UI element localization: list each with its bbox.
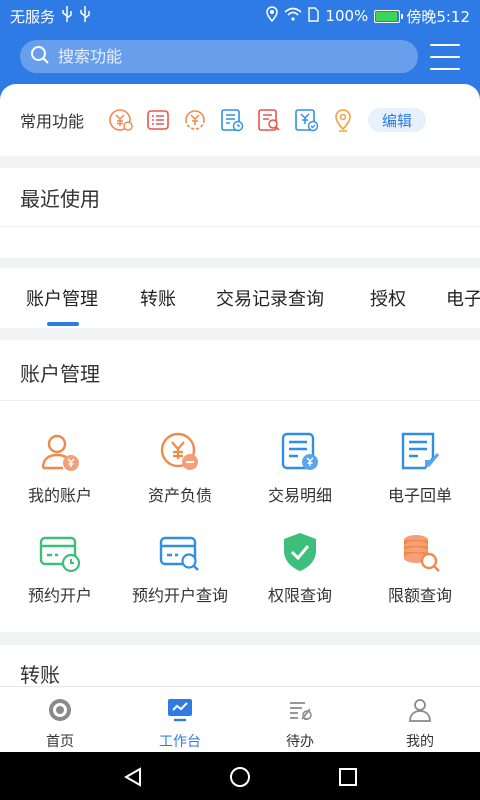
recent-section: 最近使用 [0, 168, 480, 258]
location-icon [266, 6, 279, 26]
search-icon [30, 45, 50, 69]
coins-search-icon [398, 530, 442, 574]
grid-item-label: 交易明细 [267, 486, 332, 505]
battery-percent: 100% [325, 7, 369, 25]
shield-check-icon [278, 530, 322, 574]
nav-mine[interactable]: 我的 [360, 687, 480, 752]
grid-item-limit-query[interactable]: 限额查询 [360, 530, 480, 626]
recent-title: 最近使用 [20, 187, 100, 211]
sim-icon [308, 6, 320, 26]
system-nav-bar [0, 752, 480, 800]
grid-item-label: 限额查询 [387, 586, 452, 605]
wifi-icon [284, 7, 302, 25]
grid-item-e-receipt[interactable]: 电子回单 [360, 430, 480, 526]
grid-item-label: 电子回单 [387, 486, 452, 505]
tab-transaction-query[interactable]: 交易记录查询 [216, 285, 324, 311]
nav-todo[interactable]: 待办 [240, 687, 360, 752]
nav-workbench[interactable]: 工作台 [120, 687, 240, 752]
card-clock-icon [38, 530, 82, 574]
grid-item-appointment-query[interactable]: 预约开户查询 [120, 530, 240, 626]
quick-functions-label: 常用功能 [20, 112, 85, 131]
back-icon[interactable] [122, 766, 144, 788]
usb-icon [61, 6, 73, 26]
menu-button[interactable] [430, 44, 460, 70]
section-title: 账户管理 [20, 362, 100, 386]
grid-item-transaction-details[interactable]: 交易明细 [240, 430, 360, 526]
home-icon[interactable] [229, 766, 251, 788]
grid-item-label: 资产负债 [147, 486, 212, 505]
grid-item-label: 预约开户查询 [131, 586, 228, 605]
search-input[interactable] [58, 47, 378, 66]
hamburger-icon [430, 44, 460, 46]
person-icon [407, 697, 433, 727]
account-management-section: 账户管理 我的账户 资产负债 交易明细 电子回单 预约开户 预约开户查询 权限查… [0, 340, 480, 632]
tab-indicator [47, 322, 79, 326]
user-yuan-icon [38, 430, 82, 474]
quick-functions-bar: 常用功能 编辑 [0, 84, 480, 156]
tab-account-management[interactable]: 账户管理 [26, 285, 98, 311]
document-edit-icon [398, 430, 442, 474]
nav-label: 工作台 [159, 734, 201, 750]
nav-home[interactable]: 首页 [0, 687, 120, 752]
carrier-text: 无服务 [10, 7, 56, 26]
recent-apps-icon[interactable] [337, 766, 359, 788]
tab-authorization[interactable]: 授权 [370, 285, 406, 311]
usb-icon [79, 6, 91, 26]
status-bar: 无服务 100% 傍晚5:12 [0, 0, 480, 32]
nav-label: 首页 [46, 734, 74, 750]
todo-list-icon [287, 697, 313, 727]
transfer-section: 转账 [0, 645, 480, 690]
grid-item-permission-query[interactable]: 权限查询 [240, 530, 360, 626]
battery-icon [374, 9, 404, 23]
card-search-icon [158, 530, 202, 574]
yuan-transfer-icon[interactable] [182, 107, 208, 133]
grid-item-my-account[interactable]: 我的账户 [0, 430, 120, 526]
yuan-check-icon[interactable] [293, 107, 319, 133]
list-icon[interactable] [145, 107, 171, 133]
grid-item-label: 预约开户 [27, 586, 92, 605]
divider [0, 400, 480, 401]
clock: 傍晚5:12 [406, 7, 470, 26]
yuan-coin-icon[interactable] [108, 107, 134, 133]
document-search-icon[interactable] [256, 107, 282, 133]
document-yuan-icon [278, 430, 322, 474]
section-title: 转账 [20, 663, 60, 687]
location-pin-icon[interactable] [330, 107, 356, 133]
category-tabs: 账户管理 转账 交易记录查询 授权 电子 [0, 268, 480, 328]
document-clock-icon[interactable] [219, 107, 245, 133]
nav-label: 我的 [406, 734, 434, 750]
edit-button[interactable]: 编辑 [368, 108, 427, 132]
divider [0, 226, 480, 227]
grid-item-appointment-account[interactable]: 预约开户 [0, 530, 120, 626]
workbench-icon [166, 697, 194, 727]
search-bar[interactable] [20, 40, 418, 73]
nav-label: 待办 [286, 734, 314, 750]
bottom-nav: 首页 工作台 待办 我的 [0, 686, 480, 752]
yuan-minus-icon [158, 430, 202, 474]
tab-electronic[interactable]: 电子 [446, 285, 480, 311]
grid-item-label: 权限查询 [267, 586, 332, 605]
tab-transfer[interactable]: 转账 [140, 285, 176, 311]
grid-item-assets-liabilities[interactable]: 资产负债 [120, 430, 240, 526]
home-coin-icon [47, 697, 73, 727]
grid-item-label: 我的账户 [27, 486, 92, 505]
